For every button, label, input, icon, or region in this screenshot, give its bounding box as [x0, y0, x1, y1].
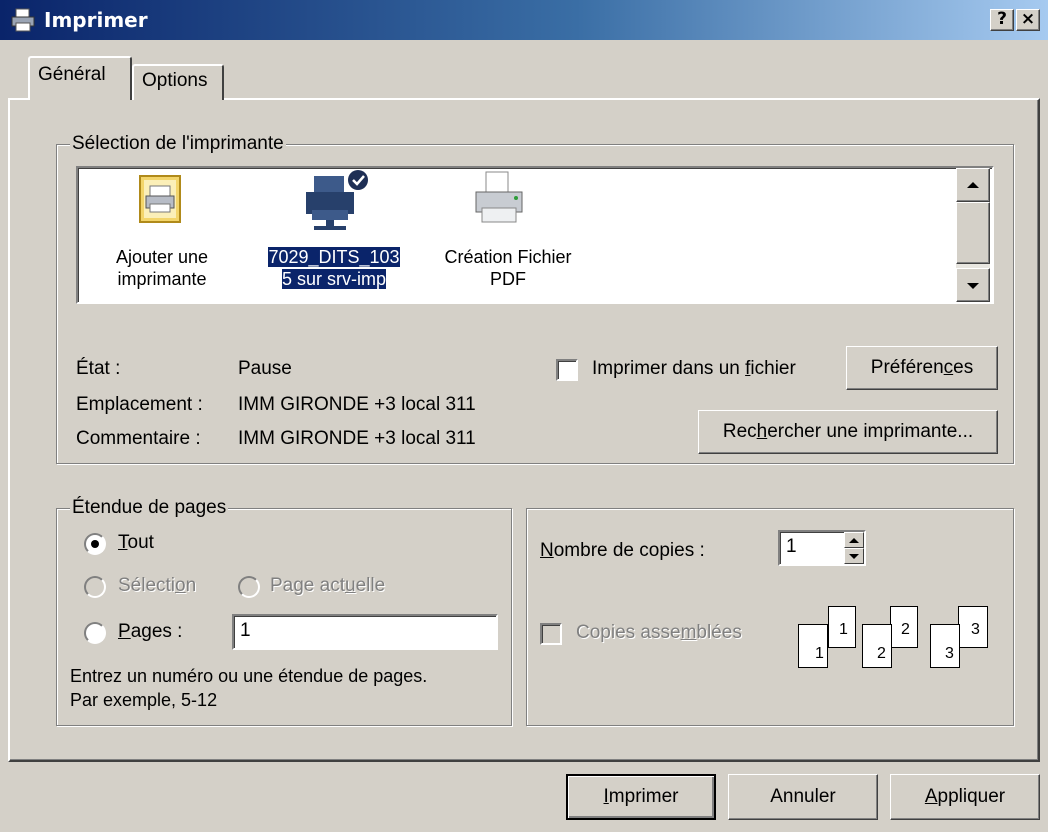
- radio-pages[interactable]: [84, 622, 106, 644]
- scroll-up-button[interactable]: [956, 168, 990, 202]
- collate-checkbox: [540, 623, 562, 645]
- help-button[interactable]: ?: [990, 9, 1014, 31]
- printer-icon: [475, 171, 523, 223]
- collate-sheet: 2: [890, 606, 918, 648]
- printer-list-scrollbar[interactable]: [956, 168, 990, 302]
- printer-item-pdf[interactable]: Création Fichier PDF: [430, 246, 586, 290]
- location-label: Emplacement :: [76, 394, 203, 415]
- page-range-legend: Étendue de pages: [70, 497, 229, 519]
- radio-all[interactable]: [84, 533, 106, 555]
- title-bar: Imprimer ? ×: [0, 0, 1048, 40]
- collate-illustration: 1 1 2 2 3 3: [798, 604, 998, 674]
- location-value: IMM GIRONDE +3 local 311: [238, 394, 476, 415]
- copies-count-label: Nombre de copies :: [540, 540, 705, 561]
- printer-icon: [11, 8, 35, 32]
- comment-value: IMM GIRONDE +3 local 311: [238, 428, 476, 449]
- status-label: État :: [76, 358, 121, 379]
- collate-sheet: 2: [862, 624, 892, 668]
- apply-button[interactable]: Appliquer: [890, 774, 1040, 820]
- window-title: Imprimer: [44, 8, 148, 32]
- scroll-thumb[interactable]: [956, 202, 990, 264]
- spin-up-button[interactable]: [844, 532, 864, 548]
- pages-input[interactable]: 1: [232, 614, 498, 650]
- radio-selection: [84, 576, 106, 598]
- network-printer-icon: [306, 170, 368, 230]
- triangle-up-icon: [967, 182, 979, 188]
- collate-sheet: 3: [958, 606, 988, 648]
- triangle-down-icon: [849, 554, 859, 559]
- collate-sheet: 3: [930, 624, 960, 668]
- triangle-down-icon: [967, 283, 979, 289]
- print-to-file-checkbox[interactable]: [556, 359, 578, 381]
- page-range-help-line1: Entrez un numéro ou une étendue de pages…: [70, 666, 428, 686]
- triangle-up-icon: [849, 538, 859, 543]
- collate-label: Copies assemblées: [576, 622, 742, 643]
- radio-current-page: [238, 576, 260, 598]
- print-to-file-label[interactable]: Imprimer dans un fichier: [592, 358, 796, 380]
- radio-pages-label[interactable]: Pages :: [118, 621, 182, 643]
- status-value: Pause: [238, 358, 292, 379]
- page-range-help-line2: Par exemple, 5-12: [70, 690, 218, 710]
- tab-general[interactable]: Général: [28, 56, 132, 100]
- copies-count-input[interactable]: 1: [778, 530, 866, 566]
- radio-selection-label: Sélection: [118, 575, 197, 596]
- preferences-button[interactable]: Préférences: [846, 346, 998, 390]
- radio-all-label[interactable]: Tout: [118, 532, 154, 554]
- spin-down-button[interactable]: [844, 548, 864, 564]
- printer-list[interactable]: Ajouter une imprimante 7029_DITS_103 5 s…: [76, 166, 994, 304]
- cancel-button[interactable]: Annuler: [728, 774, 878, 820]
- find-printer-button[interactable]: Rechercher une imprimante...: [698, 410, 998, 454]
- printer-selection-legend: Sélection de l'imprimante: [70, 133, 286, 155]
- add-printer-icon: [139, 175, 181, 223]
- tab-options[interactable]: Options: [132, 64, 224, 100]
- printer-item-add[interactable]: Ajouter une imprimante: [92, 246, 232, 290]
- close-button[interactable]: ×: [1016, 9, 1040, 31]
- printer-item-7029[interactable]: 7029_DITS_103 5 sur srv-imp: [254, 246, 414, 290]
- collate-sheet: 1: [828, 606, 856, 648]
- comment-label: Commentaire :: [76, 428, 201, 449]
- print-button[interactable]: Imprimer: [566, 774, 716, 820]
- radio-current-page-label: Page actuelle: [270, 575, 386, 596]
- scroll-down-button[interactable]: [956, 268, 990, 302]
- collate-sheet: 1: [798, 624, 828, 668]
